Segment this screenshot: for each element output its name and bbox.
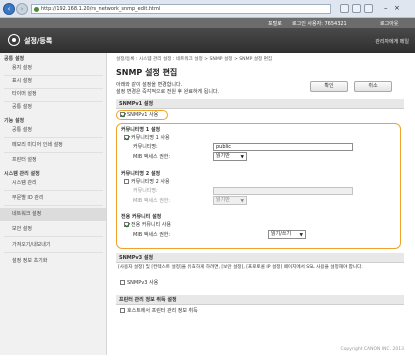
main-content: 설정/등록 : 시스템 관리 설정 : 네트워크 설정 > SNMP 설정 > … [108, 53, 410, 355]
settings-gear-icon[interactable] [364, 4, 373, 13]
community2-mib-value: 읽기만 [216, 197, 230, 203]
community2-use-label: 커뮤니티명 2 사용 [131, 179, 170, 185]
site-icon [34, 7, 39, 12]
community2-mib-select[interactable]: 읽기만 ▼ [213, 196, 247, 205]
login-user-text: 로그인 사용자: 7654321 [292, 21, 347, 27]
breadcrumb: 설정/등록 : 시스템 관리 설정 : 네트워크 설정 > SNMP 설정 > … [116, 57, 273, 62]
address-bar[interactable]: http://192.168.1.20/rs_network_snmp_edit… [31, 4, 331, 14]
info-line-2: 설정 변경은 즉각적으로 전원 후 완료하게 됩니다. [116, 89, 220, 95]
minimize-icon[interactable]: – [384, 4, 393, 13]
chevron-down-icon: ▼ [240, 199, 244, 204]
home-icon[interactable] [340, 4, 349, 13]
snmpv1-use-checkbox[interactable] [120, 112, 125, 117]
community2-name-input[interactable] [213, 187, 353, 195]
snmpv3-note: [사용자 설정] 및 [컨텍스트 설정]을 유효하게 하려면, [보안 설정],… [118, 265, 363, 270]
sidebar-group-system: 시스템 관리 설정 [4, 171, 40, 177]
copyright-footer: Copyright CANON INC. 2013 [340, 347, 405, 352]
sidebar-item-timer[interactable]: 타이머 설정 [0, 88, 106, 101]
sidebar-item-network[interactable]: 네트워크 설정 [0, 208, 106, 221]
sidebar: 공통 설정 용지 설정 표시 설정 타이머 설정 공통 설정 기능 설정 공통 … [0, 53, 107, 355]
dedicated-mib-select[interactable]: 읽기/쓰기 ▼ [268, 230, 306, 239]
sidebar-item-dept-id[interactable]: 부문별 ID 관리 [0, 192, 106, 205]
community2-use-checkbox[interactable] [124, 179, 129, 184]
snmpv1-use-label: SNMPv1 사용 [127, 112, 159, 118]
portal-link[interactable]: 포털로 [268, 20, 282, 27]
status-strip: 포털로 로그인 사용자: 7654321 로그아웃 [0, 18, 415, 28]
dedicated-community-use-row[interactable]: 전용 커뮤니티 사용 [124, 221, 171, 229]
dedicated-mib-value: 읽기/쓰기 [271, 231, 292, 237]
app-header: 설정/등록 관리자에게 메일 [0, 28, 415, 53]
community2-mib-label: MIB 액세스 권한: [133, 198, 171, 204]
browser-toolbar: ‹ › http://192.168.1.20/rs_network_snmp_… [0, 0, 415, 18]
sidebar-item-import-export[interactable]: 가져오기/내보내기 [0, 239, 106, 252]
sidebar-item-common-1[interactable]: 공통 설정 [0, 101, 106, 114]
mail-admin-link[interactable]: 관리자에게 메일 [375, 38, 409, 45]
community1-mib-label: MIB 액세스 권한: [133, 154, 171, 160]
sidebar-group-common: 공통 설정 [4, 56, 25, 62]
chevron-down-icon: ▼ [240, 155, 244, 160]
dedicated-community-use-checkbox[interactable] [124, 222, 129, 227]
snmpv1-use-row[interactable]: SNMPv1 사용 [120, 111, 158, 119]
back-arrow-icon[interactable]: ‹ [3, 3, 15, 15]
chevron-down-icon: ▼ [299, 233, 303, 238]
forward-arrow-icon[interactable]: › [16, 3, 28, 15]
close-icon[interactable]: × [394, 4, 403, 13]
community2-use-row[interactable]: 커뮤니티명 2 사용 [124, 178, 170, 186]
app-title: 설정/등록 [24, 37, 53, 45]
printer-mgmt-section-header: 프린터 관리 정보 취득 설정 [116, 295, 404, 305]
dedicated-community-use-label: 전용 커뮤니티 사용 [131, 222, 171, 228]
logout-link[interactable]: 로그아웃 [380, 20, 398, 27]
sidebar-item-reset[interactable]: 설정 정보 초기화 [0, 255, 106, 268]
community1-title: 커뮤니티명 1 설정 [121, 127, 161, 133]
info-line-1: 아래와 같이 설정을 변경합니다. [116, 82, 183, 88]
page-title: SNMP 설정 편집 [116, 68, 178, 77]
cancel-button[interactable]: 취소 [354, 81, 392, 92]
printer-mgmt-use-row[interactable]: 호스트에서 프린터 관리 정보 취득 [120, 307, 198, 315]
snmpv3-section-header: SNMPv3 설정 [116, 253, 404, 263]
community1-name-label: 커뮤니티명: [133, 144, 158, 150]
ok-button[interactable]: 확인 [310, 81, 348, 92]
community2-name-label: 커뮤니티명: [133, 188, 158, 194]
sidebar-item-common-2[interactable]: 공통 설정 [0, 124, 106, 137]
settings-logo-icon [8, 34, 20, 46]
sidebar-item-paper[interactable]: 용지 설정 [0, 62, 106, 75]
snmpv3-use-label: SNMPv3 사용 [127, 280, 159, 286]
dedicated-community-title: 전용 커뮤니티 설정 [121, 214, 162, 220]
sidebar-item-memory-media-print[interactable]: 메모리 미디어 인쇄 설정 [0, 139, 106, 152]
url-text: http://192.168.1.20/rs_network_snmp_edit… [41, 6, 161, 12]
sidebar-item-system-mgmt[interactable]: 시스템 관리 [0, 177, 106, 190]
sidebar-group-functions: 기능 설정 [4, 118, 25, 124]
printer-mgmt-checkbox[interactable] [120, 308, 125, 313]
community1-use-row[interactable]: 커뮤니티명 1 사용 [124, 134, 170, 142]
community1-mib-value: 읽기만 [216, 153, 230, 159]
snmpv3-use-row[interactable]: SNMPv3 사용 [120, 279, 158, 287]
snmpv3-use-checkbox[interactable] [120, 280, 125, 285]
community1-use-label: 커뮤니티명 1 사용 [131, 135, 170, 141]
sidebar-item-printer[interactable]: 프린터 설정 [0, 154, 106, 167]
snmpv1-section-header: SNMPv1 설정 [116, 99, 404, 109]
sidebar-item-display[interactable]: 표시 설정 [0, 75, 106, 88]
printer-mgmt-label: 호스트에서 프린터 관리 정보 취득 [127, 308, 198, 314]
community1-use-checkbox[interactable] [124, 135, 129, 140]
community2-title: 커뮤니티명 2 설정 [121, 171, 161, 177]
favorites-icon[interactable] [352, 4, 361, 13]
dedicated-mib-label: MIB 액세스 권한: [133, 232, 171, 238]
browser-icons: – × [340, 4, 410, 14]
community1-name-input[interactable]: public [213, 143, 353, 151]
community1-mib-select[interactable]: 읽기만 ▼ [213, 152, 247, 161]
sidebar-item-security[interactable]: 보안 설정 [0, 223, 106, 236]
